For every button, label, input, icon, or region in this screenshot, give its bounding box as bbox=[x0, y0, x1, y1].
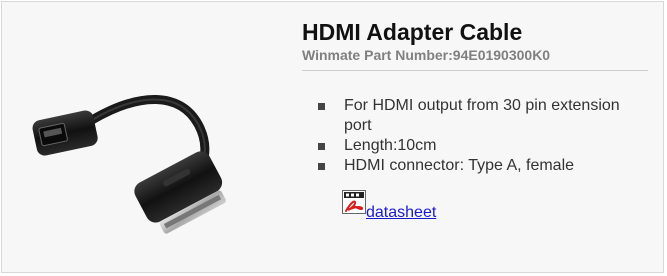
product-title: HDMI Adapter Cable bbox=[302, 19, 523, 45]
datasheet-link[interactable]: datasheet bbox=[366, 204, 436, 222]
square-bullet-icon bbox=[318, 163, 325, 170]
list-item: Length:10cm bbox=[318, 136, 638, 156]
feature-text: For HDMI output from 30 pin extension po… bbox=[344, 97, 620, 134]
feature-list: For HDMI output from 30 pin extension po… bbox=[318, 96, 638, 176]
pdf-icon[interactable] bbox=[342, 190, 366, 214]
square-bullet-icon bbox=[318, 143, 325, 150]
divider bbox=[302, 70, 648, 71]
feature-text: HDMI connector: Type A, female bbox=[344, 157, 575, 174]
product-image bbox=[32, 95, 226, 234]
feature-text: Length:10cm bbox=[344, 137, 437, 154]
list-item: For HDMI output from 30 pin extension po… bbox=[318, 96, 638, 136]
product-card: HDMI Adapter Cable Winmate Part Number:9… bbox=[1, 1, 664, 273]
list-item: HDMI connector: Type A, female bbox=[318, 156, 638, 176]
part-number: Winmate Part Number:94E0190300K0 bbox=[302, 47, 551, 63]
square-bullet-icon bbox=[318, 103, 325, 110]
